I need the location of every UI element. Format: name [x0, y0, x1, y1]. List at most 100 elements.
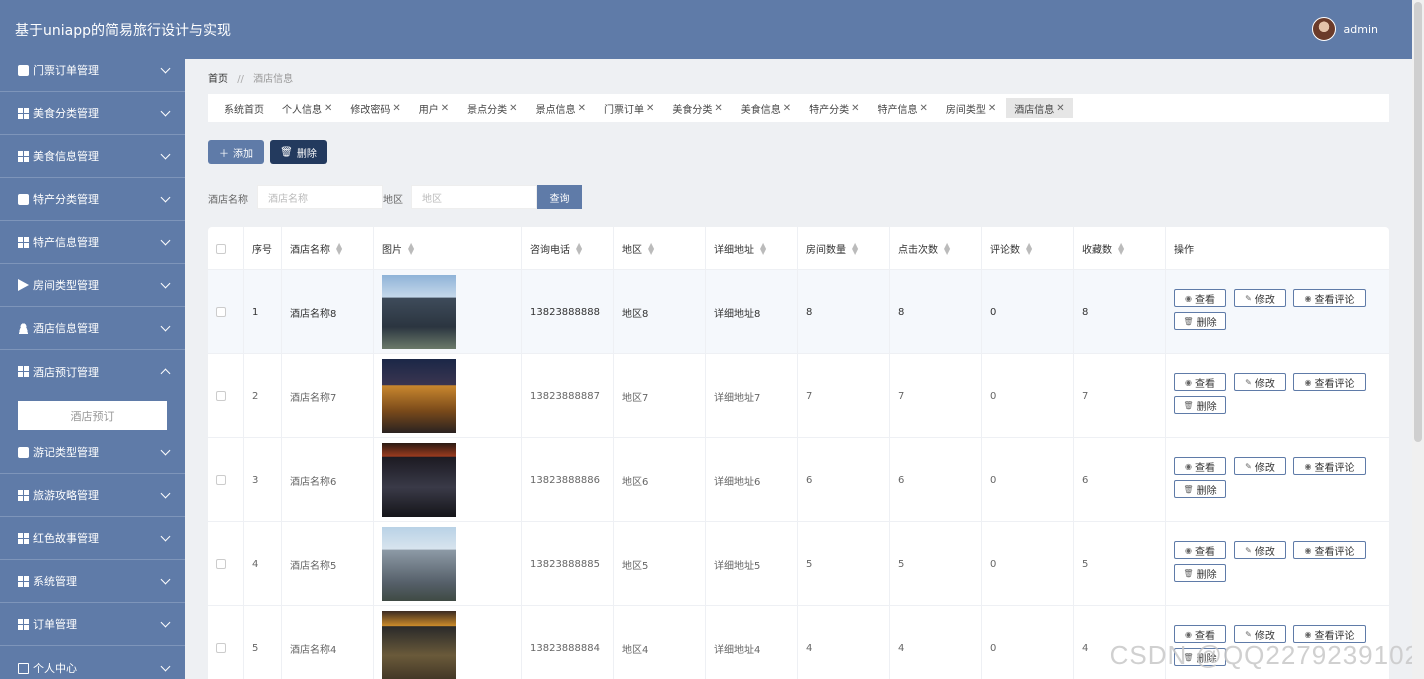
column-header-name[interactable]: 酒店名称 ▲ ▼: [282, 227, 374, 270]
sort-icon[interactable]: ▲ ▼: [852, 241, 858, 255]
hotel-image[interactable]: [382, 611, 456, 679]
column-header-clicks[interactable]: 点击次数 ▲ ▼: [890, 227, 982, 270]
sidebar-item-food-info[interactable]: 美食信息管理: [0, 135, 185, 178]
view-button[interactable]: ◉ 查看: [1174, 457, 1226, 475]
query-button[interactable]: 查询: [537, 185, 582, 209]
sidebar-item-orders[interactable]: 订单管理: [0, 603, 185, 646]
tab-spot-category[interactable]: 景点分类 ✕: [459, 98, 525, 118]
close-icon[interactable]: ✕: [578, 103, 586, 114]
view-comments-button[interactable]: ◉ 查看评论: [1293, 289, 1366, 307]
close-icon[interactable]: ✕: [441, 103, 449, 114]
close-icon[interactable]: ✕: [714, 103, 722, 114]
sort-icon[interactable]: ▲ ▼: [944, 241, 950, 255]
delete-row-button[interactable]: 🗑 删除: [1174, 312, 1226, 330]
column-header-phone[interactable]: 咨询电话 ▲ ▼: [522, 227, 614, 270]
table-row[interactable]: 4 酒店名称5 13823888885 地区5 详细地址5 5 5 0 5 ◉ 查…: [208, 522, 1389, 606]
delete-row-button[interactable]: 🗑 删除: [1174, 564, 1226, 582]
sidebar-item-hotel-info[interactable]: 酒店信息管理: [0, 307, 185, 350]
hotel-name-input[interactable]: 酒店名称: [257, 185, 383, 209]
tab-room-type[interactable]: 房间类型 ✕: [938, 98, 1004, 118]
tab-home[interactable]: 系统首页: [216, 98, 272, 118]
close-icon[interactable]: ✕: [509, 103, 517, 114]
scrollbar-thumb[interactable]: [1414, 2, 1422, 442]
delete-row-button[interactable]: 🗑 删除: [1174, 480, 1226, 498]
sort-icon[interactable]: ▲ ▼: [760, 241, 766, 255]
close-icon[interactable]: ✕: [646, 103, 654, 114]
sidebar-item-hotel-booking[interactable]: 酒店预订管理: [0, 350, 185, 393]
close-icon[interactable]: ✕: [920, 103, 928, 114]
sidebar-item-room-type[interactable]: 房间类型管理: [0, 264, 185, 307]
tab-food-info[interactable]: 美食信息 ✕: [733, 98, 799, 118]
delete-button[interactable]: 🗑 删除: [270, 140, 327, 164]
column-header-rooms[interactable]: 房间数量 ▲ ▼: [798, 227, 890, 270]
tab-spot-info[interactable]: 景点信息 ✕: [528, 98, 594, 118]
sidebar-item-food-category[interactable]: 美食分类管理: [0, 92, 185, 135]
delete-row-button[interactable]: 🗑 删除: [1174, 396, 1226, 414]
sort-icon[interactable]: ▲ ▼: [648, 241, 654, 255]
tab-change-password[interactable]: 修改密码 ✕: [342, 98, 408, 118]
row-checkbox[interactable]: [216, 391, 226, 401]
sort-icon[interactable]: ▲ ▼: [336, 241, 342, 255]
view-button[interactable]: ◉ 查看: [1174, 541, 1226, 559]
edit-button[interactable]: ✎ 修改: [1234, 373, 1286, 391]
row-checkbox[interactable]: [216, 307, 226, 317]
breadcrumb-home[interactable]: 首页: [208, 74, 228, 85]
user-menu[interactable]: admin: [1311, 17, 1378, 41]
close-icon[interactable]: ✕: [392, 103, 400, 114]
tab-food-category[interactable]: 美食分类 ✕: [664, 98, 730, 118]
select-all-checkbox[interactable]: [216, 243, 226, 254]
sidebar-item-system[interactable]: 系统管理: [0, 560, 185, 603]
view-button[interactable]: ◉ 查看: [1174, 373, 1226, 391]
close-icon[interactable]: ✕: [783, 103, 791, 114]
hotel-image[interactable]: [382, 275, 456, 349]
tab-users[interactable]: 用户 ✕: [411, 98, 457, 118]
close-icon[interactable]: ✕: [1056, 103, 1064, 114]
view-comments-button[interactable]: ◉ 查看评论: [1293, 373, 1366, 391]
edit-button[interactable]: ✎ 修改: [1234, 457, 1286, 475]
close-icon[interactable]: ✕: [851, 103, 859, 114]
add-button[interactable]: ＋ 添加: [208, 140, 264, 164]
username[interactable]: admin: [1344, 23, 1378, 36]
table-row[interactable]: 3 酒店名称6 13823888886 地区6 详细地址6 6 6 0 6 ◉ 查…: [208, 438, 1389, 522]
sort-icon[interactable]: ▲ ▼: [576, 241, 582, 255]
row-checkbox[interactable]: [216, 559, 226, 569]
sort-icon[interactable]: ▲ ▼: [408, 241, 414, 255]
table-row[interactable]: 1 酒店名称8 13823888888 地区8 详细地址8 8 8 0 8 ◉ 查…: [208, 270, 1389, 354]
sidebar-subitem-hotel-booking[interactable]: 酒店预订: [18, 401, 167, 430]
view-button[interactable]: ◉ 查看: [1174, 289, 1226, 307]
column-header-area[interactable]: 地区 ▲ ▼: [614, 227, 706, 270]
avatar[interactable]: [1311, 17, 1336, 41]
sidebar-item-travel-guide[interactable]: 旅游攻略管理: [0, 474, 185, 517]
area-input[interactable]: 地区: [411, 185, 537, 209]
hotel-image[interactable]: [382, 443, 456, 517]
sidebar-item-specialty-category[interactable]: 特产分类管理: [0, 178, 185, 221]
view-comments-button[interactable]: ◉ 查看评论: [1293, 457, 1366, 475]
table-row[interactable]: 2 酒店名称7 13823888887 地区7 详细地址7 7 7 0 7 ◉ 查…: [208, 354, 1389, 438]
row-checkbox[interactable]: [216, 475, 226, 485]
sort-icon[interactable]: ▲ ▼: [1026, 241, 1032, 255]
column-header-favorites[interactable]: 收藏数 ▲ ▼: [1074, 227, 1166, 270]
column-header-image[interactable]: 图片 ▲ ▼: [374, 227, 522, 270]
sidebar-item-profile[interactable]: 个人中心: [0, 647, 185, 679]
tab-specialty-info[interactable]: 特产信息 ✕: [870, 98, 936, 118]
tab-hotel-info[interactable]: 酒店信息 ✕: [1006, 98, 1073, 118]
hotel-image[interactable]: [382, 359, 456, 433]
scrollbar[interactable]: [1412, 0, 1424, 679]
sidebar-item-specialty-info[interactable]: 特产信息管理: [0, 221, 185, 264]
tab-ticket-orders[interactable]: 门票订单 ✕: [596, 98, 662, 118]
close-icon[interactable]: ✕: [324, 103, 332, 114]
close-icon[interactable]: ✕: [988, 103, 996, 114]
column-header-address[interactable]: 详细地址 ▲ ▼: [706, 227, 798, 270]
sidebar-item-ticket-orders[interactable]: 门票订单管理: [0, 59, 185, 92]
sort-icon[interactable]: ▲ ▼: [1118, 241, 1124, 255]
sidebar-item-red-story[interactable]: 红色故事管理: [0, 517, 185, 560]
row-checkbox[interactable]: [216, 643, 226, 653]
edit-button[interactable]: ✎ 修改: [1234, 541, 1286, 559]
edit-button[interactable]: ✎ 修改: [1234, 289, 1286, 307]
view-comments-button[interactable]: ◉ 查看评论: [1293, 541, 1366, 559]
sidebar-item-travel-note-type[interactable]: 游记类型管理: [0, 431, 185, 474]
hotel-image[interactable]: [382, 527, 456, 601]
tab-profile[interactable]: 个人信息 ✕: [274, 98, 340, 118]
column-header-comments[interactable]: 评论数 ▲ ▼: [982, 227, 1074, 270]
tab-specialty-category[interactable]: 特产分类 ✕: [801, 98, 867, 118]
